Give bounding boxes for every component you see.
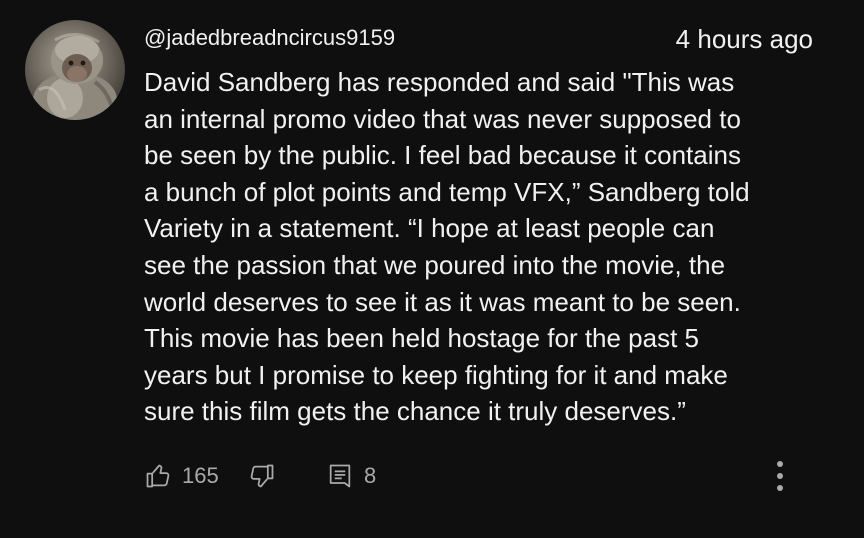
comment-line: Variety in a statement. “I hope at least…	[144, 213, 715, 244]
comment-timestamp[interactable]: 4 hours ago	[676, 24, 813, 54]
reply-count: 8	[364, 463, 377, 488]
comment-line: David Sandberg has responded and said "T…	[144, 67, 735, 97]
comment-thread: @jadedbreadncircus9159 4 hours ago David…	[0, 0, 864, 538]
comment-actions: 165 8	[144, 456, 834, 496]
comment-line: an internal promo video that was never s…	[144, 103, 741, 134]
more-options-button[interactable]	[768, 456, 792, 496]
avatar[interactable]	[25, 20, 125, 120]
thumbs-up-icon	[146, 464, 170, 488]
monkey-avatar-icon	[33, 33, 117, 120]
comment-line: This movie has been held hostage for the…	[144, 323, 700, 354]
more-vertical-icon	[777, 461, 783, 491]
author-handle[interactable]: @jadedbreadncircus9159	[144, 24, 395, 52]
comment-line: years but I promise to keep fighting for…	[144, 359, 728, 390]
thumbs-down-icon	[250, 464, 274, 488]
comment-text: David Sandberg has responded and said "T…	[144, 64, 834, 430]
like-count: 165	[182, 463, 219, 488]
dislike-button[interactable]	[248, 456, 276, 496]
like-button[interactable]: 165	[144, 456, 219, 496]
comment-replies-icon	[329, 464, 351, 488]
replies-button[interactable]: 8	[326, 456, 376, 496]
comment-line: be seen by the public. I feel bad becaus…	[144, 140, 741, 171]
comment-line: see the passion that we poured into the …	[144, 249, 726, 280]
comment-line: sure this film gets the chance it truly …	[144, 396, 686, 427]
comment-line: a bunch of plot points and temp VFX,” Sa…	[144, 176, 750, 207]
comment-line: world deserves to see it as it was meant…	[144, 286, 741, 317]
